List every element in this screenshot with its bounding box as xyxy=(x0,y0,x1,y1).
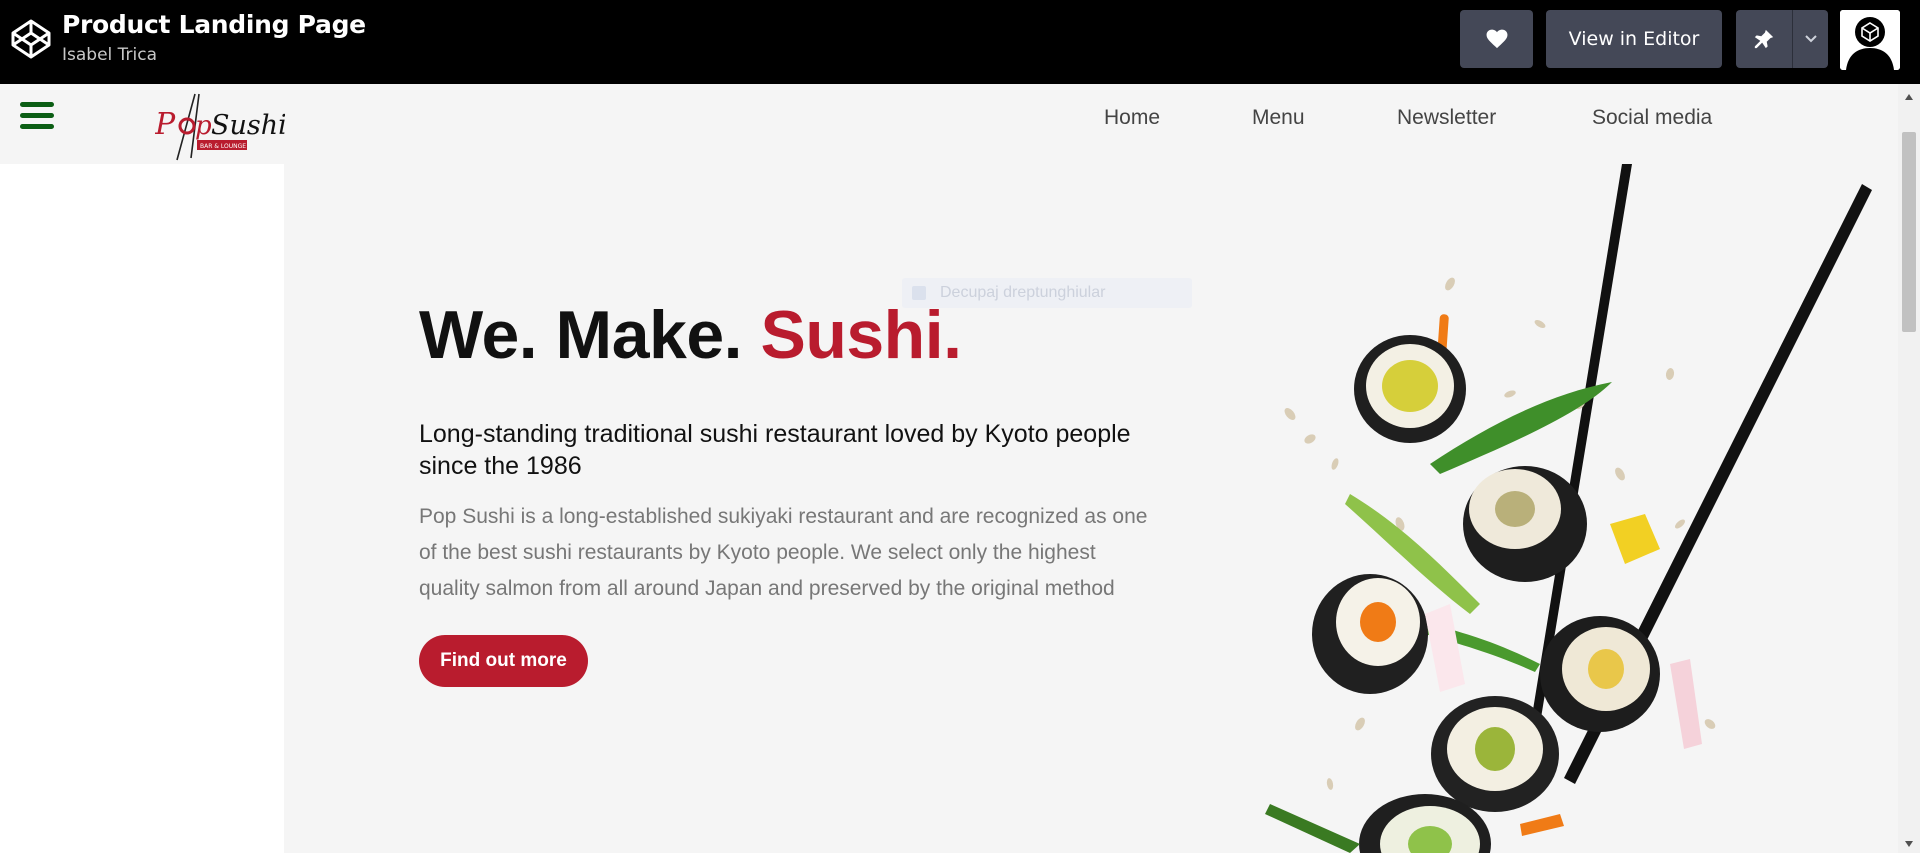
snip-tooltip-text: Decupaj dreptunghiular xyxy=(940,284,1106,301)
find-out-more-button[interactable]: Find out more xyxy=(419,635,588,687)
codepen-header: Product Landing Page Isabel Trica View i… xyxy=(0,0,1920,84)
sushi-roll-2 xyxy=(1463,466,1587,582)
svg-text:BAR & LOUNGE: BAR & LOUNGE xyxy=(200,143,246,150)
landing-page: P p Sushi BAR & LOUNGE Home Menu Newslet… xyxy=(0,84,1898,853)
headline-accent: Sushi. xyxy=(760,297,962,373)
hero-subheading: Long-standing traditional sushi restaura… xyxy=(419,420,1131,480)
sushi-roll-3 xyxy=(1312,574,1428,694)
avatar[interactable] xyxy=(1840,10,1900,70)
nav-link-social-media[interactable]: Social media xyxy=(1592,106,1712,130)
hero-description: Pop Sushi is a long-established sukiyaki… xyxy=(419,505,1148,600)
scroll-thumb[interactable] xyxy=(1902,132,1916,332)
codepen-avatar-icon xyxy=(1840,10,1900,70)
codepen-logo-icon[interactable] xyxy=(10,18,52,60)
hero-headline: We. Make. Sushi. xyxy=(419,296,962,374)
pen-author[interactable]: Isabel Trica xyxy=(62,45,157,65)
heart-icon xyxy=(1486,29,1507,49)
scroll-up-arrow-icon[interactable] xyxy=(1898,88,1920,106)
svg-text:Sushi: Sushi xyxy=(211,110,285,141)
nav-link-menu[interactable]: Menu xyxy=(1252,106,1305,130)
nav-link-home[interactable]: Home xyxy=(1104,106,1160,130)
scroll-down-arrow-icon[interactable] xyxy=(1898,835,1920,853)
pen-title[interactable]: Product Landing Page xyxy=(62,10,366,39)
pin-button[interactable] xyxy=(1736,10,1792,68)
pin-options-button[interactable] xyxy=(1792,10,1828,68)
chevron-down-icon xyxy=(1804,35,1817,43)
nav-link-newsletter[interactable]: Newsletter xyxy=(1397,106,1496,130)
svg-text:p: p xyxy=(195,111,212,141)
view-in-editor-button[interactable]: View in Editor xyxy=(1546,10,1722,68)
sushi-roll-1 xyxy=(1354,335,1466,443)
headline-prefix: We. Make. xyxy=(419,297,743,373)
sushi-roll-4 xyxy=(1540,616,1660,732)
like-button[interactable] xyxy=(1460,10,1533,68)
sushi-hero-image xyxy=(1265,164,1872,853)
sushi-roll-5 xyxy=(1431,696,1559,812)
pin-icon xyxy=(1754,29,1774,49)
pop-sushi-logo[interactable]: P p Sushi BAR & LOUNGE xyxy=(155,90,285,162)
left-white-panel xyxy=(0,164,284,853)
svg-text:P: P xyxy=(155,107,176,142)
page-scrollbar[interactable] xyxy=(1898,84,1920,853)
hamburger-menu-icon[interactable] xyxy=(20,102,54,132)
